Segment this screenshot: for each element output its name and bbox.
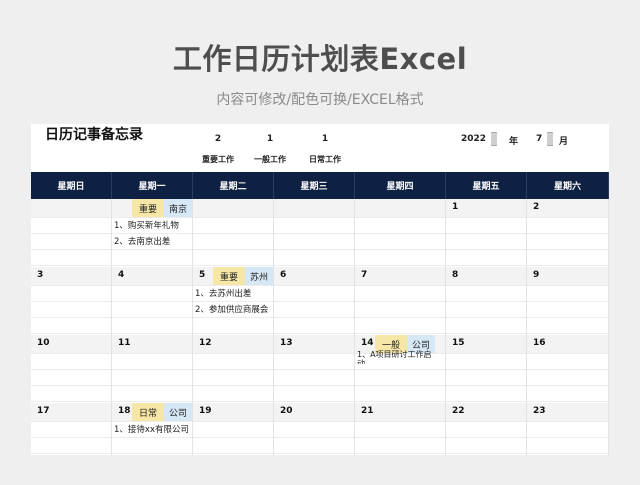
location-tag: 南京 bbox=[164, 199, 192, 217]
date-number: 13 bbox=[280, 338, 293, 348]
date-number: 7 bbox=[361, 270, 368, 280]
priority-tag: 日常 bbox=[132, 403, 164, 421]
date-number: 18 bbox=[118, 406, 131, 416]
page-subtitle: 内容可修改/配色可换/EXCEL格式 bbox=[216, 92, 424, 108]
location-tag: 苏州 bbox=[245, 267, 273, 285]
priority-tag: 重要 bbox=[213, 267, 245, 285]
week-row: 10 11 12 13 14 15 16 一般 公司 1、A项目研讨工作启动 bbox=[31, 335, 609, 403]
event-item[interactable]: 1、购买新年礼物 bbox=[114, 219, 179, 231]
count-important: 2 bbox=[214, 134, 222, 144]
date-number: 8 bbox=[452, 270, 459, 280]
event-item[interactable]: 1、接待xx有限公司 bbox=[114, 423, 189, 435]
date-number: 1 bbox=[452, 202, 459, 212]
date-number: 6 bbox=[280, 270, 287, 280]
calendar-sheet: 日历记事备忘录 2 1 1 重要工作 一般工作 日常工作 2022 年 7 月 … bbox=[31, 124, 609, 455]
year-unit: 年 bbox=[509, 137, 519, 147]
date-number: 11 bbox=[118, 338, 131, 348]
weekday-header-cell: 星期日 bbox=[31, 172, 112, 199]
category-important: 重要工作 bbox=[202, 155, 234, 164]
date-number: 4 bbox=[118, 270, 125, 280]
count-daily: 1 bbox=[321, 134, 329, 144]
count-normal: 1 bbox=[266, 134, 274, 144]
weekday-header: 星期日 星期一 星期二 星期三 星期四 星期五 星期六 bbox=[31, 172, 609, 199]
day-cell[interactable] bbox=[355, 199, 446, 267]
day-cell[interactable] bbox=[355, 267, 446, 335]
day-cell[interactable] bbox=[527, 199, 609, 267]
week-row: 3 4 5 6 7 8 9 重要 苏州 1、去苏州出差 2、参加供应商展会 bbox=[31, 267, 609, 335]
weekday-header-cell: 星期五 bbox=[446, 172, 527, 199]
day-cell[interactable] bbox=[193, 199, 274, 267]
location-tag: 公司 bbox=[164, 403, 192, 421]
date-number: 16 bbox=[533, 338, 546, 348]
date-number: 17 bbox=[37, 406, 50, 416]
year-value: 2022 bbox=[461, 134, 487, 144]
memo-title: 日历记事备忘录 bbox=[45, 127, 143, 143]
day-cell[interactable] bbox=[31, 199, 112, 267]
date-number: 9 bbox=[533, 270, 540, 280]
month-unit: 月 bbox=[559, 137, 569, 147]
year-spinner[interactable] bbox=[491, 132, 497, 146]
day-cell[interactable] bbox=[527, 267, 609, 335]
weekday-header-cell: 星期一 bbox=[112, 172, 193, 199]
priority-tag: 重要 bbox=[132, 199, 164, 217]
weekday-header-cell: 星期四 bbox=[355, 172, 446, 199]
date-number: 2 bbox=[533, 202, 540, 212]
category-daily: 日常工作 bbox=[309, 155, 341, 164]
day-cell[interactable] bbox=[274, 199, 355, 267]
date-number: 14 bbox=[361, 338, 374, 348]
date-number: 23 bbox=[533, 406, 546, 416]
event-item[interactable]: 1、A项目研讨工作启动 bbox=[357, 350, 437, 364]
weekday-header-cell: 星期六 bbox=[527, 172, 609, 199]
week-row: 1 2 重要 南京 1、购买新年礼物 2、去南京出差 bbox=[31, 199, 609, 267]
date-number: 20 bbox=[280, 406, 293, 416]
date-number: 5 bbox=[199, 270, 206, 280]
page-title: 工作日历计划表Excel bbox=[172, 42, 468, 76]
date-number: 21 bbox=[361, 406, 374, 416]
date-number: 22 bbox=[452, 406, 465, 416]
month-spinner[interactable] bbox=[547, 132, 553, 146]
event-item[interactable]: 1、去苏州出差 bbox=[195, 287, 251, 299]
weekday-header-cell: 星期三 bbox=[274, 172, 355, 199]
week-row: 17 18 19 20 21 22 23 日常 公司 1、接待xx有限公司 bbox=[31, 403, 609, 455]
date-number: 10 bbox=[37, 338, 50, 348]
month-value: 7 bbox=[536, 134, 543, 144]
date-number: 12 bbox=[199, 338, 212, 348]
weekday-header-cell: 星期二 bbox=[193, 172, 274, 199]
event-item[interactable]: 2、去南京出差 bbox=[114, 235, 170, 247]
date-number: 19 bbox=[199, 406, 212, 416]
date-number: 3 bbox=[37, 270, 44, 280]
event-item[interactable]: 2、参加供应商展会 bbox=[195, 303, 268, 315]
category-normal: 一般工作 bbox=[254, 155, 286, 164]
date-number: 15 bbox=[452, 338, 465, 348]
